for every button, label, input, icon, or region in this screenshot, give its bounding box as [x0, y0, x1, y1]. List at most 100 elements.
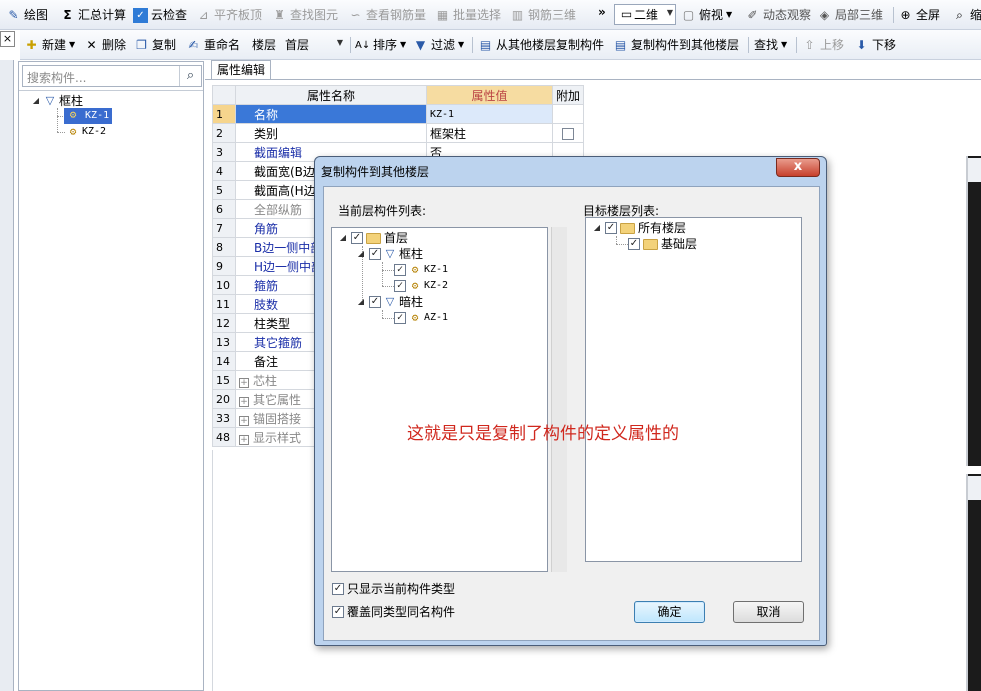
tree-line: [382, 318, 394, 319]
component-icon: ⚙: [69, 125, 77, 138]
tree-item[interactable]: ✓ ⚙ KZ-1: [394, 262, 448, 278]
checkbox[interactable]: ✓: [369, 248, 381, 260]
tree-node-frame-column[interactable]: ◢ ▽ 框柱: [31, 93, 83, 109]
summary-calc-button[interactable]: Σ 汇总计算: [60, 6, 126, 24]
move-up-button[interactable]: ⇧ 上移: [802, 36, 844, 54]
checkbox[interactable]: ✓: [628, 238, 640, 250]
search-icon[interactable]: ⌕: [179, 66, 201, 86]
top-view-button[interactable]: ▢ 俯视 ▼: [681, 6, 732, 24]
find-button[interactable]: 查找 ▼: [754, 36, 787, 54]
option-overwrite-same-name[interactable]: ✓ 覆盖同类型同名构件: [332, 604, 455, 620]
search-input[interactable]: 搜索构件...: [27, 69, 86, 86]
checkbox[interactable]: ✓: [332, 606, 344, 618]
toolbar-overflow-button[interactable]: »: [598, 3, 606, 21]
expand-plus-icon[interactable]: +: [239, 415, 249, 426]
checkbox[interactable]: ✓: [332, 583, 344, 595]
scrollbar[interactable]: [551, 227, 567, 572]
copy-from-floor-button[interactable]: ▤ 从其他楼层复制构件: [478, 36, 604, 54]
chevron-down-icon: ▼: [666, 8, 673, 17]
checkbox[interactable]: ✓: [394, 312, 406, 324]
tab-property-edit[interactable]: 属性编辑: [211, 60, 271, 80]
find-element-button[interactable]: ♜ 查找图元: [272, 6, 338, 24]
draw-button[interactable]: ✎ 绘图: [6, 6, 48, 24]
floor-select[interactable]: 首层 ▼: [280, 34, 346, 55]
search-box[interactable]: 搜索构件... ⌕: [22, 65, 202, 87]
copy-button[interactable]: ❐ 复制: [134, 36, 176, 54]
extra-checkbox[interactable]: [562, 127, 574, 140]
dialog-close-button[interactable]: x: [776, 158, 820, 177]
new-button[interactable]: ✚ 新建 ▼: [24, 36, 75, 54]
current-floor-list-label: 当前层构件列表:: [338, 204, 427, 218]
ok-button[interactable]: 确定: [634, 601, 705, 623]
new-icon: ✚: [26, 37, 37, 52]
cloud-check-button[interactable]: ✓ 云检查: [133, 6, 187, 24]
delete-button[interactable]: ✕ 删除: [84, 36, 126, 54]
view-mode-select[interactable]: ▭ 二维 ▼: [614, 4, 676, 25]
zoom-button[interactable]: ⌕ 缩: [952, 6, 981, 24]
expand-arrow-icon[interactable]: ◢: [356, 246, 366, 262]
checkbox[interactable]: ✓: [394, 280, 406, 292]
copy-to-floor-dialog: 复制构件到其他楼层 x 当前层构件列表: 目标楼层列表: ◢ ✓ 首层 ◢ ✓ …: [314, 156, 827, 646]
option-current-type-only[interactable]: ✓ 只显示当前构件类型: [332, 581, 455, 597]
tree-node-group[interactable]: ◢ ✓ ▽ 框柱: [356, 246, 423, 262]
move-down-button[interactable]: ⬇ 下移: [854, 36, 896, 54]
batch-select-button[interactable]: ▦ 批量选择: [435, 6, 501, 24]
tree-item[interactable]: ✓ ⚙ AZ-1: [394, 310, 448, 326]
expand-arrow-icon[interactable]: ◢: [356, 294, 366, 310]
local-3d-button[interactable]: ◈ 局部三维: [817, 6, 883, 24]
filter-button[interactable]: ▼ 过滤 ▼: [413, 36, 464, 54]
tree-line: [382, 262, 383, 286]
expand-arrow-icon[interactable]: ◢: [31, 93, 41, 109]
cancel-button[interactable]: 取消: [733, 601, 804, 623]
expand-plus-icon[interactable]: +: [239, 377, 249, 388]
batch-select-icon: ▦: [436, 7, 449, 22]
header-extra: 附加: [551, 85, 585, 105]
property-extra: [551, 123, 585, 143]
tree-item-foundation-floor[interactable]: ✓ 基础层: [628, 236, 697, 252]
component-icon: ⚙: [69, 108, 77, 121]
selected-item[interactable]: ⚙ KZ-1: [64, 108, 113, 124]
property-value[interactable]: KZ-1: [426, 104, 553, 124]
sigma-icon: Σ: [63, 7, 72, 22]
rebar-3d-button[interactable]: ▥ 钢筋三维: [510, 6, 576, 24]
tree-node-all-floors[interactable]: ◢ ✓ 所有楼层: [592, 220, 686, 236]
checkbox[interactable]: ✓: [394, 264, 406, 276]
close-panel-button[interactable]: ×: [0, 31, 15, 47]
tree-item[interactable]: ✓ ⚙ KZ-2: [394, 278, 448, 294]
tree-node-group[interactable]: ◢ ✓ ▽ 暗柱: [356, 294, 423, 310]
divider: [19, 90, 203, 91]
rebar-quantity-button[interactable]: ∽ 查看钢筋量: [348, 6, 426, 24]
tree-item-kz1[interactable]: ⚙ KZ-1: [64, 108, 113, 124]
tree-line: [382, 310, 383, 318]
rename-button[interactable]: ✍ 重命名: [186, 36, 240, 54]
expand-arrow-icon[interactable]: ◢: [338, 230, 348, 246]
checkbox[interactable]: ✓: [351, 232, 363, 244]
header-name: 属性名称: [235, 85, 427, 105]
table-row[interactable]: 2 类别 框架柱: [212, 123, 585, 143]
floor-label: 楼层: [252, 38, 277, 52]
property-value[interactable]: 框架柱: [426, 123, 553, 143]
component-toolbar: ✚ 新建 ▼ ✕ 删除 ❐ 复制 ✍ 重命名 楼层 首层 ▼ A↓ 排序 ▼ ▼ 过滤 ▼ ▤ 从其他…: [20, 30, 981, 60]
property-name: 名称: [235, 104, 427, 124]
copy-icon: ❐: [136, 37, 147, 52]
tree-node-floor[interactable]: ◢ ✓ 首层: [338, 230, 408, 246]
expand-plus-icon[interactable]: +: [239, 396, 249, 407]
sort-button[interactable]: A↓ 排序 ▼: [355, 36, 406, 54]
fullscreen-button[interactable]: ⊕ 全屏: [898, 6, 940, 24]
component-icon: ⚙: [411, 311, 419, 324]
folder-icon: [620, 222, 635, 234]
expand-arrow-icon[interactable]: ◢: [592, 220, 602, 236]
checkbox[interactable]: ✓: [605, 222, 617, 234]
expand-plus-icon[interactable]: +: [239, 434, 249, 445]
annotation-text: 这就是只是复制了构件的定义属性的: [407, 424, 679, 444]
arrow-down-icon: ⬇: [856, 37, 867, 52]
orbit-button[interactable]: ✐ 动态观察: [745, 6, 811, 24]
copy-to-floor-icon: ▤: [614, 37, 627, 52]
table-row[interactable]: 1 名称 KZ-1: [212, 104, 585, 124]
tree-item-kz2[interactable]: ⚙ KZ-2: [67, 124, 106, 140]
filter-icon: ▽: [385, 295, 395, 308]
checkbox[interactable]: ✓: [369, 296, 381, 308]
local-3d-icon: ◈: [819, 7, 830, 22]
copy-to-floor-button[interactable]: ▤ 复制构件到其他楼层: [613, 36, 739, 54]
align-top-button[interactable]: ⊿ 平齐板顶: [196, 6, 262, 24]
